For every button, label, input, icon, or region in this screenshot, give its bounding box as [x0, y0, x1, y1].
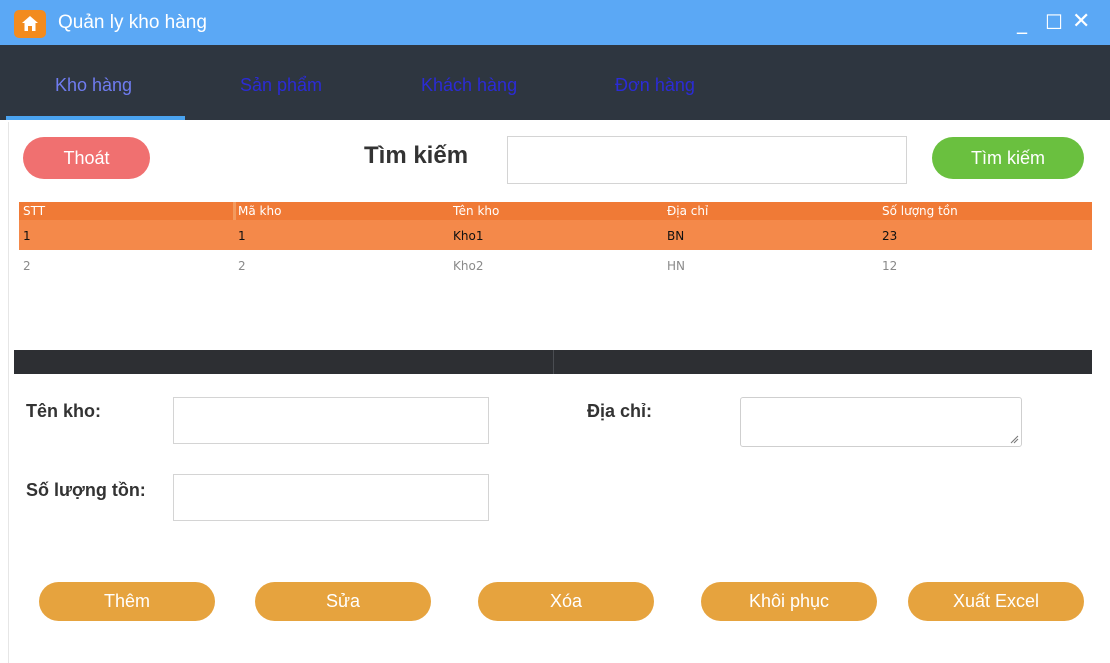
- exit-button[interactable]: Thoát: [23, 137, 150, 179]
- header-code[interactable]: Mã kho: [238, 204, 281, 218]
- cell-code: 1: [238, 229, 246, 243]
- export-excel-button[interactable]: Xuất Excel: [908, 582, 1084, 621]
- name-field[interactable]: [173, 397, 489, 444]
- search-input[interactable]: [507, 136, 907, 184]
- tab-warehouse[interactable]: Kho hàng: [55, 75, 132, 96]
- title-bar: Quản ly kho hàng _ ☐ ✕: [0, 0, 1110, 45]
- address-field[interactable]: [740, 397, 1022, 447]
- restore-button[interactable]: Khôi phục: [701, 582, 877, 621]
- header-quantity[interactable]: Số lượng tồn: [882, 204, 958, 218]
- tab-bar: Kho hàng Sản phẩm Khách hàng Đơn hàng: [0, 45, 1110, 120]
- add-button[interactable]: Thêm: [39, 582, 215, 621]
- warehouse-table: STT Mã kho Tên kho Địa chỉ Số lượng tồn …: [19, 202, 1092, 280]
- table-header: STT Mã kho Tên kho Địa chỉ Số lượng tồn: [19, 202, 1092, 220]
- table-scrollbar[interactable]: [14, 350, 1092, 374]
- header-highlight: [233, 202, 236, 220]
- table-row[interactable]: 2 2 Kho2 HN 12: [19, 250, 1092, 280]
- edit-button[interactable]: Sửa: [255, 582, 431, 621]
- cell-address: HN: [667, 259, 685, 273]
- header-stt[interactable]: STT: [23, 204, 45, 218]
- search-button[interactable]: Tìm kiếm: [932, 137, 1084, 179]
- quantity-label: Số lượng tồn:: [26, 480, 146, 500]
- delete-button[interactable]: Xóa: [478, 582, 654, 621]
- quantity-field[interactable]: [173, 474, 489, 521]
- cell-code: 2: [238, 259, 246, 273]
- maximize-button[interactable]: ☐: [1045, 10, 1063, 34]
- tab-customers[interactable]: Khách hàng: [421, 75, 517, 96]
- home-icon: [14, 10, 46, 38]
- cell-quantity: 23: [882, 229, 898, 243]
- cell-address: BN: [667, 229, 685, 243]
- search-title: Tìm kiếm: [364, 142, 469, 169]
- address-label: Địa chỉ:: [587, 401, 653, 421]
- cell-quantity: 12: [882, 259, 898, 273]
- minimize-button[interactable]: _: [1017, 10, 1027, 34]
- app-window: Quản ly kho hàng _ ☐ ✕ Kho hàng Sản phẩm…: [0, 0, 1110, 663]
- tab-products[interactable]: Sản phẩm: [240, 75, 322, 96]
- tab-orders[interactable]: Đơn hàng: [615, 75, 695, 96]
- header-name[interactable]: Tên kho: [453, 204, 499, 218]
- close-button[interactable]: ✕: [1072, 10, 1090, 34]
- cell-stt: 1: [23, 229, 31, 243]
- resize-grip-icon[interactable]: [1009, 434, 1019, 444]
- header-address[interactable]: Địa chỉ: [667, 204, 708, 218]
- active-tab-indicator: [6, 116, 185, 120]
- cell-name: Kho1: [453, 229, 484, 243]
- name-label: Tên kho:: [26, 401, 101, 421]
- table-row[interactable]: 1 1 Kho1 BN 23: [19, 220, 1092, 250]
- scrollbar-divider: [553, 350, 554, 374]
- cell-name: Kho2: [453, 259, 484, 273]
- window-title: Quản ly kho hàng: [58, 12, 207, 33]
- cell-stt: 2: [23, 259, 31, 273]
